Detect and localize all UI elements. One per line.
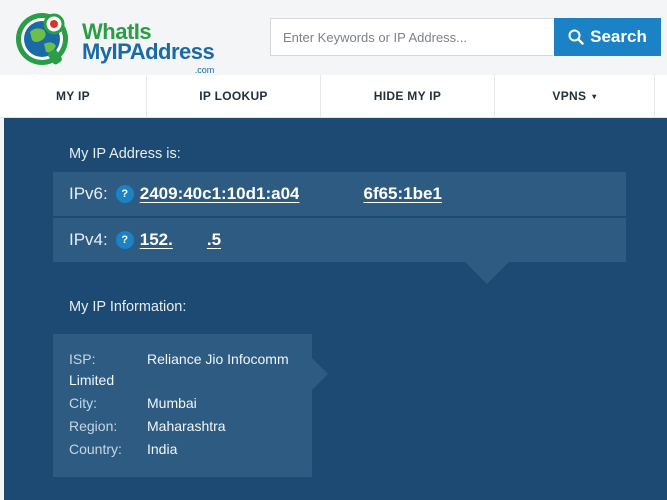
nav-item-label: MY IP (56, 89, 90, 103)
callout-pointer (465, 262, 509, 284)
ip-information-heading: My IP Information: (69, 299, 187, 315)
nav-item-label: IP LOOKUP (199, 89, 268, 103)
ipv6-value-end: 6f65:1be1 (363, 184, 442, 203)
ipv4-value[interactable]: 152. .5 (140, 230, 221, 250)
nav-item-my-ip[interactable]: MY IP (0, 75, 147, 117)
ipv6-label: IPv6: (69, 184, 108, 203)
isp-value-line-2: Limited (69, 372, 115, 388)
ipv4-label: IPv4: (69, 230, 108, 249)
isp-value-continued: Limited (69, 372, 114, 388)
caret-down-icon: ▾ (592, 91, 597, 101)
region-row: Region: Maharashtra (69, 418, 226, 434)
search-icon (568, 29, 584, 45)
nav-item-vpns[interactable]: VPNS ▾ (495, 75, 655, 117)
nav-item-label: HIDE MY IP (373, 89, 442, 103)
isp-key: ISP: (69, 351, 96, 367)
ip-panel: My IP Address is: IPv6: ? 2409:40c1:10d1… (4, 118, 667, 500)
ip-information-box: ISP: Reliance Jio Infocomm Limited City: M… (53, 334, 312, 477)
ipv4-value-end: .5 (206, 230, 222, 249)
search-button[interactable]: Search (554, 18, 661, 56)
country-value: India (147, 441, 178, 457)
search-input[interactable] (270, 18, 553, 56)
logo-text: WhatIs MyIPAddress .com (82, 21, 215, 80)
city-value: Mumbai (147, 395, 197, 411)
nav-item-label: VPNS (552, 89, 587, 103)
ipv6-value-start: 2409:40c1:10d1:a04 (139, 184, 300, 203)
country-row: Country: India (69, 441, 177, 457)
isp-row: ISP: Reliance Jio Infocomm (69, 351, 289, 367)
city-key: City: (69, 395, 97, 411)
redaction-mask (172, 233, 207, 248)
globe-magnifier-icon (16, 13, 68, 65)
city-row: City: Mumbai (69, 395, 197, 411)
question-icon[interactable]: ? (115, 231, 134, 249)
region-value: Maharashtra (147, 418, 226, 434)
country-key: Country: (69, 441, 122, 457)
question-icon[interactable]: ? (115, 185, 134, 203)
region-key: Region: (69, 418, 118, 434)
site-logo[interactable]: WhatIs MyIPAddress .com (14, 10, 215, 75)
nav-item-ip-lookup[interactable]: IP LOOKUP (147, 75, 321, 117)
nav-item-hide-my-ip[interactable]: HIDE MY IP (321, 75, 495, 117)
info-box-arrow (312, 358, 328, 390)
redaction-mask (299, 187, 364, 202)
main-nav: MY IP IP LOOKUP HIDE MY IP VPNS ▾ (0, 75, 667, 118)
logo-line-2: MyIPAddress (82, 39, 215, 64)
ipv4-value-start: 152. (139, 230, 173, 249)
ipv4-row: IPv4: ? 152. .5 (53, 218, 626, 262)
ipv6-value[interactable]: 2409:40c1:10d1:a04 6f65:1be1 (140, 184, 442, 204)
ip-address-heading: My IP Address is: (69, 146, 181, 162)
isp-value: Reliance Jio Infocomm (147, 351, 289, 367)
site-header: WhatIs MyIPAddress .com Search (0, 0, 667, 75)
ipv6-row: IPv6: ? 2409:40c1:10d1:a04 6f65:1be1 (53, 172, 626, 216)
search-button-label: Search (590, 27, 647, 46)
